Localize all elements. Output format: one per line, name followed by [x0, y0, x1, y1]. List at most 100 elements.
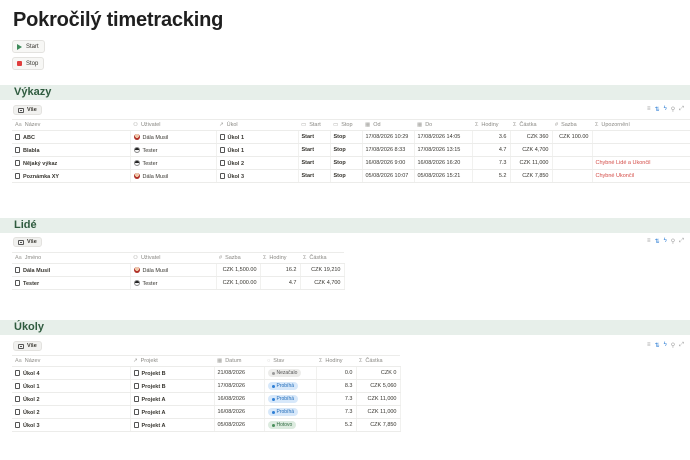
cell-rate[interactable]: CZK 1,000.00 — [216, 276, 261, 290]
cell-warning[interactable]: Chybné Ukončil — [592, 169, 690, 183]
cell-from[interactable]: 05/08/2026 10:07 — [362, 169, 415, 183]
cell-name[interactable]: Dála Musil — [12, 263, 131, 277]
filter-icon[interactable]: ≡ — [647, 238, 651, 245]
col-header[interactable]: Σ Hodiny — [260, 252, 300, 264]
cell-to[interactable]: 17/08/2026 14:05 — [414, 130, 473, 144]
col-header[interactable]: # Sazba — [552, 119, 592, 131]
col-header[interactable]: ◌ Stav — [264, 355, 316, 367]
table-row[interactable]: Dála Musil Dála Musil CZK 1,500.00 16.2 CZK … — [12, 263, 345, 277]
cell-task[interactable]: Úkol 3 — [216, 169, 299, 183]
cell-name[interactable]: Tester — [12, 276, 131, 290]
cell-amount[interactable]: CZK 4,700 — [510, 143, 553, 157]
automation-icon[interactable]: ϟ — [664, 106, 667, 113]
cell-to[interactable]: 05/08/2026 15:21 — [414, 169, 473, 183]
col-header[interactable]: Σ Částka — [300, 252, 344, 264]
filter-icon[interactable]: ≡ — [647, 106, 651, 113]
expand-icon[interactable]: ⤢ — [679, 106, 684, 113]
col-header[interactable]: ▦ Od — [362, 119, 414, 131]
cell-amount[interactable]: CZK 5,060 — [356, 379, 401, 393]
view-tab-lide[interactable]: Vše — [13, 237, 42, 247]
filter-icon[interactable]: ≡ — [647, 342, 651, 349]
cell-warning[interactable] — [592, 130, 690, 144]
row-stop-button[interactable]: Stop — [330, 156, 363, 170]
table-row[interactable]: Úkol 4 Projekt B 21/08/2026 Nezačalo 0.0 CZK … — [12, 366, 401, 380]
cell-hours[interactable]: 8.3 — [316, 379, 357, 393]
cell-project[interactable]: Projekt A — [130, 392, 215, 406]
cell-amount[interactable]: CZK 7,850 — [510, 169, 553, 183]
cell-amount[interactable]: CZK 360 — [510, 130, 553, 144]
cell-project[interactable]: Projekt A — [130, 405, 215, 419]
cell-rate[interactable]: CZK 100.00 — [552, 130, 593, 144]
cell-status[interactable]: Probíhá — [264, 392, 317, 406]
col-header[interactable]: Σ Částka — [510, 119, 552, 131]
cell-name[interactable]: ABC — [12, 130, 131, 144]
table-row[interactable]: Nějaký výkaz Tester Úkol 2 Start Stop 16/08/2… — [12, 156, 690, 170]
table-row[interactable]: Poznámka XY Dála Musil Úkol 3 Start Stop 05/0… — [12, 169, 690, 183]
row-start-button[interactable]: Start — [298, 143, 331, 157]
table-row[interactable]: Blabla Tester Úkol 1 Start Stop 17/08/2026 8:… — [12, 143, 690, 157]
automation-icon[interactable]: ϟ — [664, 342, 667, 349]
cell-task[interactable]: Úkol 1 — [216, 130, 299, 144]
cell-date[interactable]: 16/08/2026 — [214, 392, 265, 406]
cell-hours[interactable]: 3.6 — [472, 130, 511, 144]
col-header[interactable]: ⚇ Uživatel — [130, 119, 216, 131]
cell-status[interactable]: Probíhá — [264, 379, 317, 393]
col-header[interactable]: ▭ Stop — [330, 119, 362, 131]
cell-task[interactable]: Úkol 1 — [216, 143, 299, 157]
cell-hours[interactable]: 16.2 — [260, 263, 301, 277]
cell-from[interactable]: 17/08/2026 8:33 — [362, 143, 415, 157]
cell-name[interactable]: Úkol 2 — [12, 392, 131, 406]
cell-to[interactable]: 16/08/2026 16:20 — [414, 156, 473, 170]
cell-warning[interactable] — [592, 143, 690, 157]
col-header[interactable]: Aa Jméno — [12, 252, 130, 264]
cell-project[interactable]: Projekt B — [130, 366, 215, 380]
col-header[interactable]: Σ Hodiny — [316, 355, 356, 367]
sort-icon[interactable]: ⇅ — [655, 238, 660, 245]
cell-user[interactable]: Dála Musil — [130, 263, 217, 277]
row-stop-button[interactable]: Stop — [330, 143, 363, 157]
search-icon[interactable]: ⚲ — [671, 342, 675, 349]
cell-from[interactable]: 16/08/2026 9:00 — [362, 156, 415, 170]
cell-status[interactable]: Hotovo — [264, 418, 317, 432]
cell-hours[interactable]: 5.2 — [472, 169, 511, 183]
table-row[interactable]: Úkol 2 Projekt A 16/08/2026 Probíhá 7.3 CZK 1… — [12, 405, 401, 419]
cell-user[interactable]: Tester — [130, 276, 217, 290]
automation-icon[interactable]: ϟ — [664, 238, 667, 245]
col-header[interactable]: ↗ Úkol — [216, 119, 298, 131]
col-header[interactable]: Σ Částka — [356, 355, 400, 367]
cell-user[interactable]: Dála Musil — [130, 130, 217, 144]
expand-icon[interactable]: ⤢ — [679, 238, 684, 245]
cell-hours[interactable]: 5.2 — [316, 418, 357, 432]
cell-hours[interactable]: 7.3 — [316, 405, 357, 419]
col-header[interactable]: # Sazba — [216, 252, 260, 264]
col-header[interactable]: Aa Název — [12, 355, 130, 367]
cell-hours[interactable]: 0.0 — [316, 366, 357, 380]
cell-name[interactable]: Úkol 4 — [12, 366, 131, 380]
cell-amount[interactable]: CZK 11,000 — [356, 405, 401, 419]
cell-hours[interactable]: 7.3 — [472, 156, 511, 170]
col-header[interactable]: ⚇ Uživatel — [130, 252, 216, 264]
cell-date[interactable]: 17/08/2026 — [214, 379, 265, 393]
cell-rate[interactable] — [552, 143, 593, 157]
cell-rate[interactable]: CZK 1,500.00 — [216, 263, 261, 277]
search-icon[interactable]: ⚲ — [671, 106, 675, 113]
col-header[interactable]: ↗ Projekt — [130, 355, 214, 367]
cell-hours[interactable]: 4.7 — [472, 143, 511, 157]
cell-rate[interactable] — [552, 169, 593, 183]
start-button[interactable]: Start — [12, 40, 45, 53]
cell-amount[interactable]: CZK 11,000 — [356, 392, 401, 406]
cell-date[interactable]: 16/08/2026 — [214, 405, 265, 419]
sort-icon[interactable]: ⇅ — [655, 342, 660, 349]
col-header[interactable]: ▦ Do — [414, 119, 472, 131]
row-start-button[interactable]: Start — [298, 169, 331, 183]
cell-name[interactable]: Poznámka XY — [12, 169, 131, 183]
cell-hours[interactable]: 4.7 — [260, 276, 301, 290]
cell-project[interactable]: Projekt B — [130, 379, 215, 393]
cell-user[interactable]: Tester — [130, 156, 217, 170]
col-header[interactable]: Σ Upozornění — [592, 119, 690, 131]
cell-to[interactable]: 17/08/2026 13:15 — [414, 143, 473, 157]
cell-amount[interactable]: CZK 0 — [356, 366, 401, 380]
cell-amount[interactable]: CZK 11,000 — [510, 156, 553, 170]
cell-amount[interactable]: CZK 7,850 — [356, 418, 401, 432]
col-header[interactable]: Σ Hodiny — [472, 119, 510, 131]
